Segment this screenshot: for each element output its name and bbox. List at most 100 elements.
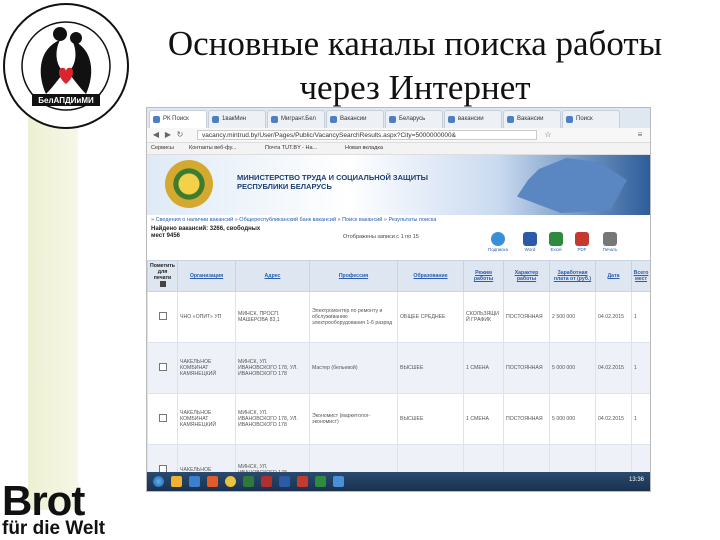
tab-favicon-icon xyxy=(153,116,160,123)
cell-date: 04.02.2015 xyxy=(595,291,632,343)
cell-address: МИНСК, УЛ. ИВАНОВСКОГО 178, УЛ. ИВАНОВСК… xyxy=(235,393,310,445)
back-icon[interactable]: ◀ xyxy=(151,130,161,140)
column-header[interactable]: Режим работы xyxy=(463,260,504,292)
cell-address: МИНСК, ПРОСП. МАШЕРОВА 83,1 xyxy=(235,291,310,343)
column-header[interactable]: Характер работы xyxy=(503,260,550,292)
cell-salary: 5 000 000 xyxy=(549,342,596,394)
row-checkbox[interactable] xyxy=(158,312,167,320)
star-icon[interactable]: ☆ xyxy=(543,130,553,140)
excel-export-button[interactable]: Excel xyxy=(545,232,567,254)
column-header[interactable]: Всего мест xyxy=(631,260,650,292)
ministry-name: МИНИСТЕРСТВО ТРУДА И СОЦИАЛЬНОЙ ЗАЩИТЫ Р… xyxy=(237,173,429,191)
url-input[interactable]: vacancy.mintrud.by/User/Pages/Public/Vac… xyxy=(197,130,537,140)
media-icon[interactable] xyxy=(207,476,218,487)
cell-education: ОБЩЕЕ СРЕДНЕЕ xyxy=(397,291,464,343)
browser-tab[interactable]: Беларусь xyxy=(385,110,443,128)
browser-tab[interactable]: РК Поиск xyxy=(149,110,207,128)
brot-logo-line2: für die Welt xyxy=(2,518,106,539)
logo-label: БелАПДИиМИ xyxy=(38,96,94,105)
row-checkbox[interactable] xyxy=(158,363,167,371)
breadcrumb[interactable]: » Сведения о наличии вакансий » Общересп… xyxy=(151,216,641,225)
subscribe-icon xyxy=(491,232,505,246)
cell-places: 1 xyxy=(631,342,650,394)
brot-logo-line1: Brot xyxy=(2,477,85,524)
cell-schedule: СКОЛЬЗЯЩИЙ ГРАФИК xyxy=(463,291,504,343)
cell-organization: ЧАКЕЛЬНОЕ КОМБИНАТ КАМЯНЕЦКИЙ xyxy=(177,342,236,394)
cell-organization: ЧНО «ОПИТ» УП xyxy=(177,291,236,343)
excel-app-icon[interactable] xyxy=(315,476,326,487)
cell-date: 04.02.2015 xyxy=(595,393,632,445)
browser-tab[interactable]: Мигрант.Бел xyxy=(267,110,325,128)
cell-places: 1 xyxy=(631,393,650,445)
belarus-map-icon xyxy=(517,158,627,213)
column-header[interactable]: Пометить для печати xyxy=(147,260,178,292)
column-header[interactable]: Образование xyxy=(397,260,464,292)
opera-icon[interactable] xyxy=(261,476,272,487)
tab-favicon-icon xyxy=(507,116,514,123)
cell-salary: 5 000 000 xyxy=(549,393,596,445)
title-line-1: Основные каналы поиска работы xyxy=(167,24,663,63)
slide: БелАПДИиМИ Основные каналы поиска работы… xyxy=(0,0,720,540)
cell-profession: Мастер (бельевой) xyxy=(309,342,398,394)
forward-icon[interactable]: ▶ xyxy=(163,130,173,140)
word-icon xyxy=(523,232,537,246)
bookmark-item[interactable]: Контакты веб-фу... xyxy=(189,143,236,154)
pdf-export-button[interactable]: PDF xyxy=(571,232,593,254)
pdf-icon xyxy=(575,232,589,246)
bookmark-item[interactable]: Сервисы xyxy=(151,143,174,154)
bookmark-item[interactable]: Почта TUT.BY - На... xyxy=(265,143,317,154)
column-header[interactable]: Дата xyxy=(595,260,632,292)
column-header[interactable]: Заработная плата от (руб.) xyxy=(549,260,596,292)
tab-favicon-icon xyxy=(330,116,337,123)
subscribe-button[interactable]: Подписка xyxy=(487,232,509,254)
table-row[interactable]: ЧАКЕЛЬНОЕ КОМБИНАТ КАМЯНЕЦКИЙ МИНСК, УЛ.… xyxy=(147,393,650,445)
browser-tab[interactable]: Поиск xyxy=(562,110,620,128)
bookmarks-bar: Сервисы Контакты веб-фу... Почта TUT.BY … xyxy=(147,143,650,155)
title-line-2: через Интернет xyxy=(299,68,531,107)
windows-taskbar: 13:36 xyxy=(147,472,650,491)
cell-profession: Экономист (маркетолог-экономист) xyxy=(309,393,398,445)
menu-icon[interactable]: ≡ xyxy=(635,130,645,140)
taskbar-clock: 13:36 xyxy=(628,477,644,483)
word-export-button[interactable]: Word xyxy=(519,232,541,254)
table-row[interactable]: ЧАКЕЛЬНОЕ КОМБИНАТ КАМЯНЕЦКИЙ МИНСК, УЛ.… xyxy=(147,342,650,394)
column-header[interactable]: Организация xyxy=(177,260,236,292)
powerpoint-app-icon[interactable] xyxy=(297,476,308,487)
ie-icon[interactable] xyxy=(189,476,200,487)
cell-type: ПОСТОЯННАЯ xyxy=(503,291,550,343)
tab-favicon-icon xyxy=(389,116,396,123)
cell-type: ПОСТОЯННАЯ xyxy=(503,393,550,445)
print-button[interactable]: Печать xyxy=(599,232,621,254)
state-emblem-icon xyxy=(165,160,213,208)
address-bar: ◀ ▶ ↻ vacancy.mintrud.by/User/Pages/Publ… xyxy=(147,128,650,143)
column-header[interactable]: Адрес xyxy=(235,260,310,292)
cell-schedule: 1 СМЕНА xyxy=(463,393,504,445)
select-all-checkbox[interactable] xyxy=(159,281,166,287)
table-row[interactable]: ЧНО «ОПИТ» УП МИНСК, ПРОСП. МАШЕРОВА 83,… xyxy=(147,291,650,343)
browser-tab[interactable]: Вакансии xyxy=(326,110,384,128)
chrome-icon[interactable] xyxy=(225,476,236,487)
cell-education: ВЫСШЕЕ xyxy=(397,342,464,394)
browser-tab[interactable]: 1вакМин xyxy=(208,110,266,128)
reload-icon[interactable]: ↻ xyxy=(175,130,185,140)
network-app-icon[interactable] xyxy=(333,476,344,487)
browser-screenshot: РК Поиск 1вакМин Мигрант.Бел Вакансии Бе… xyxy=(146,107,651,492)
row-checkbox[interactable] xyxy=(158,414,167,422)
column-header[interactable]: Профессия xyxy=(309,260,398,292)
browser-tab[interactable]: вакансии xyxy=(444,110,502,128)
explorer-icon[interactable] xyxy=(171,476,182,487)
word-app-icon[interactable] xyxy=(279,476,290,487)
excel-icon xyxy=(549,232,563,246)
skype-icon[interactable] xyxy=(243,476,254,487)
cell-schedule: 1 СМЕНА xyxy=(463,342,504,394)
association-logo xyxy=(3,3,129,129)
browser-tab[interactable]: Вакансии xyxy=(503,110,561,128)
tab-favicon-icon xyxy=(566,116,573,123)
vacancy-table: Пометить для печати Организация Адрес Пр… xyxy=(147,260,650,491)
bookmark-item[interactable]: Новая вкладка xyxy=(345,143,383,154)
brot-fur-die-welt-logo: Brot für die Welt xyxy=(2,477,170,540)
cell-salary: 2 500 000 xyxy=(549,291,596,343)
cell-type: ПОСТОЯННАЯ xyxy=(503,342,550,394)
tab-favicon-icon xyxy=(271,116,278,123)
found-count: Найдено вакансий: 3266, свободных мест 9… xyxy=(151,226,261,239)
